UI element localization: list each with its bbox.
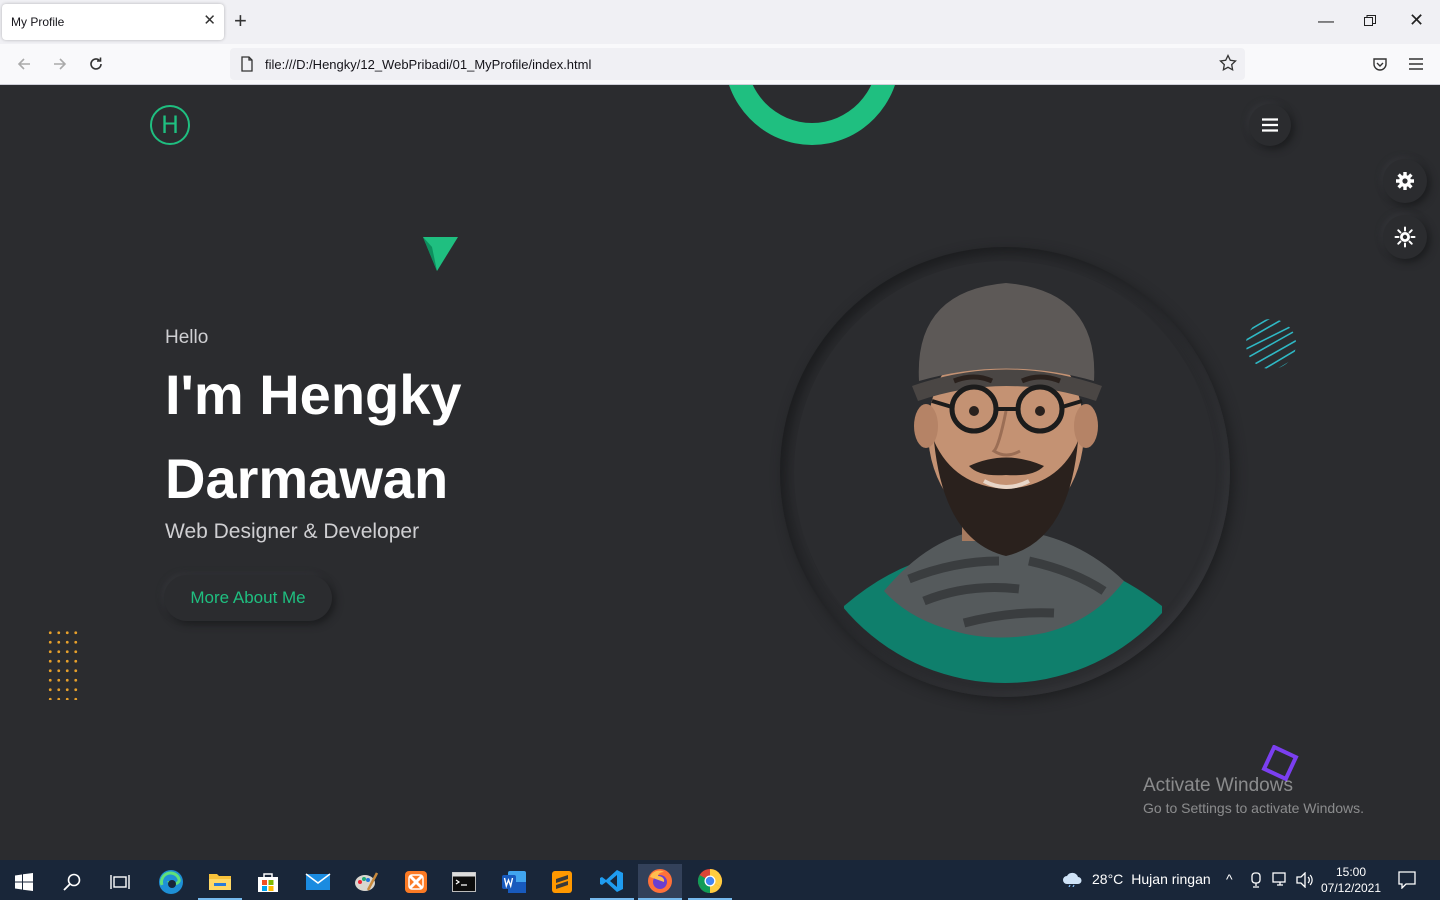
mail-icon[interactable] [296,864,340,900]
portrait-frame [780,247,1230,697]
sun-icon [1394,226,1416,248]
hamburger-icon [1262,118,1278,132]
cloud-rain-icon [1063,872,1082,887]
taskbar-clock[interactable]: 15:00 07/12/2021 [1320,864,1382,896]
decorative-dot-grid [46,628,82,700]
restore-window-icon[interactable] [1364,15,1376,26]
site-logo[interactable]: H [150,105,190,145]
reload-icon[interactable] [84,52,108,76]
hero-role: Web Designer & Developer [165,520,420,543]
tab-title: My Profile [11,15,65,29]
hero-name: I'm Hengky Darmawan [165,363,462,510]
decorative-triangle-icon [423,237,458,271]
weather-widget[interactable]: 28°C Hujan ringan [1062,871,1211,887]
url-text: file:///D:/Hengky/12_WebPribadi/01_MyPro… [265,57,592,72]
meet-now-icon[interactable] [1250,872,1264,888]
hero-greeting: Hello [165,327,209,348]
weather-temperature: 28°C [1092,871,1124,887]
watermark-title: Activate Windows [1143,775,1293,796]
tab-close-icon[interactable]: ✕ [203,13,216,29]
page-icon [241,56,253,72]
weather-description: Hujan ringan [1131,871,1211,887]
vscode-icon[interactable] [590,864,634,900]
sublime-text-icon[interactable] [540,864,584,900]
browser-tab[interactable]: My Profile ✕ [2,4,224,40]
file-explorer-icon[interactable] [198,864,242,900]
forward-icon[interactable] [48,52,72,76]
chrome-icon[interactable] [688,864,732,900]
volume-icon[interactable] [1296,872,1314,888]
clock-time: 15:00 [1335,865,1367,879]
watermark-subtitle: Go to Settings to activate Windows. [1143,800,1364,816]
minimize-window-icon[interactable]: — [1318,13,1334,31]
close-window-icon[interactable]: ✕ [1409,10,1424,31]
xampp-icon[interactable] [394,864,438,900]
gear-icon [1396,172,1414,190]
notification-center-icon[interactable] [1398,871,1416,889]
windows-taskbar: 28°C Hujan ringan ^ 15:00 07/12/2021 [0,860,1440,900]
decorative-green-ring [724,85,900,145]
settings-button[interactable] [1383,159,1427,203]
edge-browser-icon[interactable] [149,864,193,900]
browser-navigation-bar: file:///D:/Hengky/12_WebPribadi/01_MyPro… [0,44,1440,85]
terminal-icon[interactable] [442,864,486,900]
more-about-me-button[interactable]: More About Me [164,575,332,621]
browser-tab-bar: My Profile ✕ + — ✕ [0,0,1440,44]
back-icon[interactable] [12,52,36,76]
profile-page: H Hello I'm Hengky Darmawan Web Designer… [0,85,1440,860]
app-menu-icon[interactable] [1404,52,1428,76]
network-icon[interactable] [1272,872,1290,888]
task-view-icon[interactable] [98,864,142,900]
activate-windows-watermark: Activate Windows Go to Settings to activ… [1143,775,1364,816]
hamburger-menu-button[interactable] [1249,104,1291,146]
microsoft-store-icon[interactable] [246,864,290,900]
show-hidden-icons-chevron-icon[interactable]: ^ [1226,871,1233,887]
paint-icon[interactable] [344,864,388,900]
new-tab-button[interactable]: + [234,9,247,33]
profile-photo [794,261,1216,683]
firefox-icon[interactable] [638,864,682,900]
clock-date: 07/12/2021 [1320,881,1382,895]
theme-toggle-button[interactable] [1383,215,1427,259]
start-windows-icon[interactable] [2,864,46,900]
pocket-icon[interactable] [1368,52,1392,76]
address-bar[interactable]: file:///D:/Hengky/12_WebPribadi/01_MyPro… [230,48,1245,80]
bookmark-star-icon[interactable] [1219,54,1237,72]
decorative-striped-circle-icon [1246,319,1296,369]
word-icon[interactable] [492,864,536,900]
search-icon[interactable] [50,864,94,900]
